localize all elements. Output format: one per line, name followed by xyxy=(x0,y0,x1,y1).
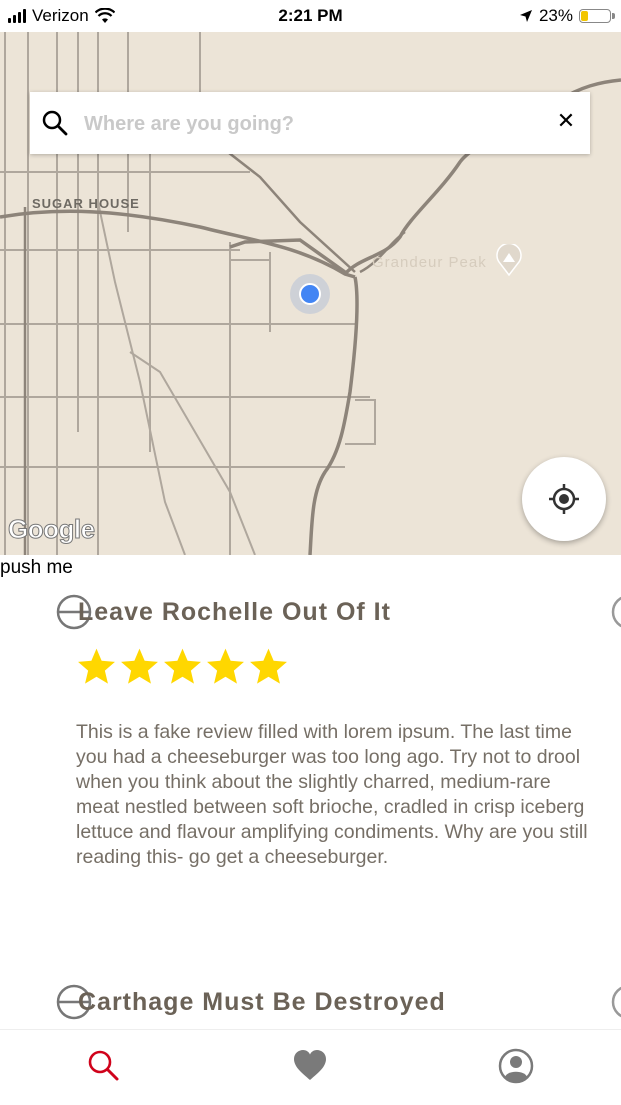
star-icon xyxy=(250,648,287,684)
star-rating xyxy=(76,646,289,687)
star-icon xyxy=(121,648,158,684)
review-title: Leave Rochelle Out Of It xyxy=(78,598,391,626)
tab-search[interactable] xyxy=(86,1048,122,1084)
user-icon xyxy=(498,1048,534,1084)
battery-icon xyxy=(579,9,615,23)
search-icon xyxy=(88,1050,119,1081)
review-text: This is a fake review filled with lorem … xyxy=(76,721,588,868)
search-icon xyxy=(42,110,68,136)
google-attribution: Google xyxy=(8,514,96,545)
tab-favorites[interactable] xyxy=(292,1048,328,1084)
crosshair-locate-icon xyxy=(549,484,579,514)
tab-profile[interactable] xyxy=(498,1048,534,1084)
tab-bar xyxy=(0,1029,621,1105)
star-icon xyxy=(207,648,244,684)
star-icon xyxy=(78,648,115,684)
push-me-button[interactable]: push me xyxy=(0,557,73,579)
peak-label: Grandeur Peak xyxy=(372,254,487,271)
next-card-circle-icon[interactable] xyxy=(611,594,621,630)
neighborhood-label: SUGAR HOUSE xyxy=(32,196,140,211)
review-title: Carthage Must Be Destroyed xyxy=(78,988,446,1016)
mountain-pin-icon[interactable] xyxy=(496,244,522,276)
status-right: 23% xyxy=(519,6,615,26)
battery-percent: 23% xyxy=(538,6,573,25)
status-bar: Verizon 2:21 PM 23% xyxy=(0,0,621,32)
close-icon[interactable]: ✕ xyxy=(554,109,578,133)
star-icon xyxy=(164,648,201,684)
map-view[interactable]: SUGAR HOUSE Grandeur Peak ✕ Google xyxy=(0,32,621,555)
user-location-marker xyxy=(290,274,330,314)
heart-icon xyxy=(294,1050,326,1080)
locate-me-button[interactable] xyxy=(522,457,606,541)
location-arrow-icon xyxy=(519,10,532,22)
search-input[interactable] xyxy=(82,106,536,142)
search-bar: ✕ xyxy=(30,92,590,154)
next-card-circle-icon[interactable] xyxy=(611,984,621,1020)
